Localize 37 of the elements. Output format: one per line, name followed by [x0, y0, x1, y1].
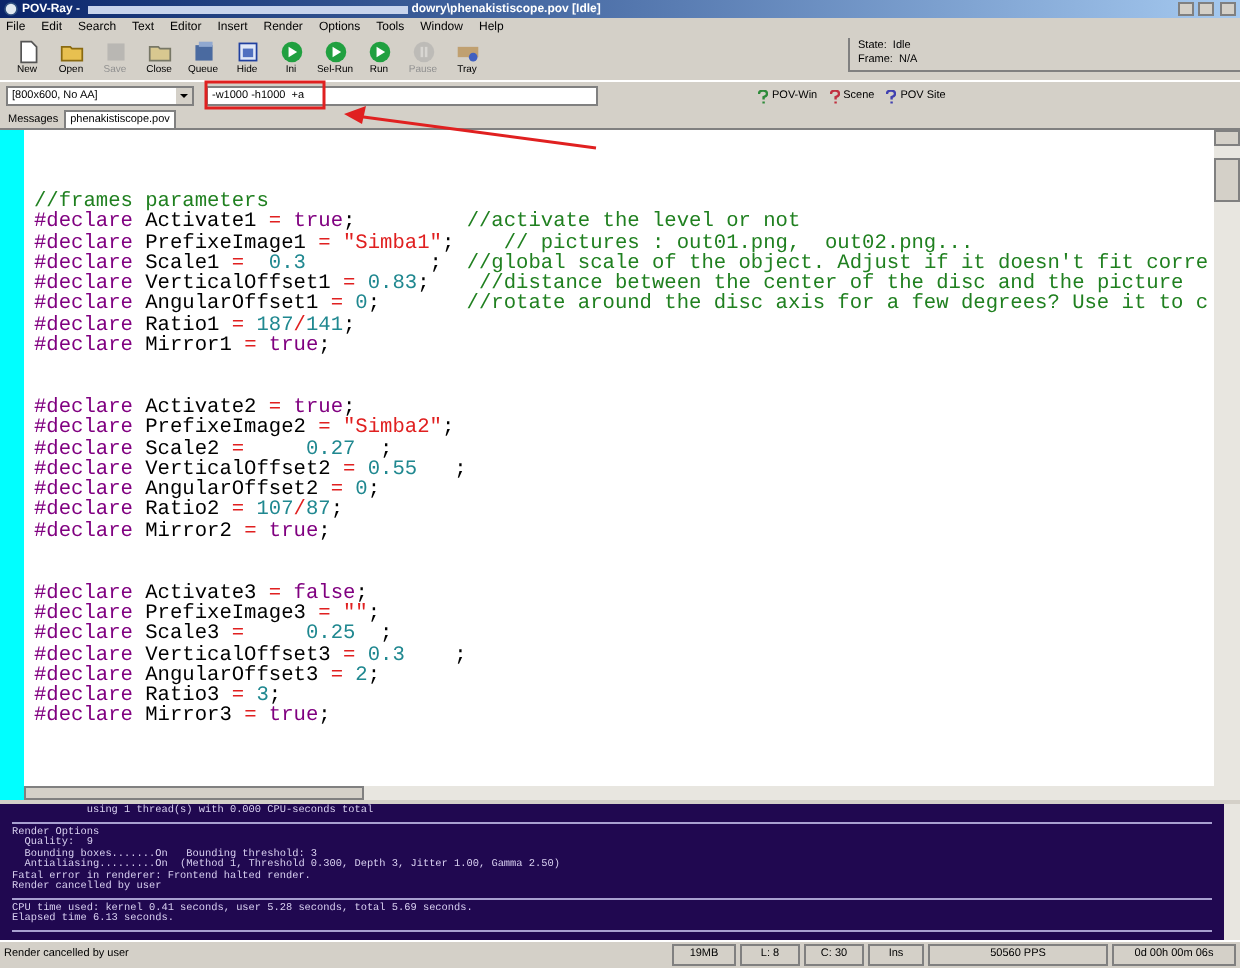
- code-line: #declare AngularOffset3 = 2;: [34, 663, 381, 688]
- vertical-scrollbar[interactable]: [1224, 804, 1240, 940]
- play-icon: [279, 40, 303, 64]
- vertical-scrollbar[interactable]: [1214, 130, 1240, 800]
- code-line: #declare Activate1 = true; //activate the level or not: [34, 210, 801, 235]
- code-line: #declare Scale3 = 0.25 ;: [34, 622, 393, 647]
- dropdown-arrow-icon: [176, 88, 192, 104]
- code-line: #declare Ratio1 = 187/141;: [34, 313, 356, 338]
- code-line: #declare Activate3 = false;: [34, 581, 368, 606]
- code-line: #declare Scale2 = 0.27 ;: [34, 437, 393, 462]
- minimize-button[interactable]: [1178, 2, 1194, 16]
- code-line: #declare VerticalOffset2 = 0.55 ;: [34, 457, 467, 482]
- code-line: #declare Activate2 = true;: [34, 395, 356, 420]
- maximize-button[interactable]: [1198, 2, 1214, 16]
- code-line: #declare PrefixeImage3 = "";: [34, 601, 381, 626]
- app-icon: [4, 2, 18, 16]
- play-icon: [323, 40, 347, 64]
- code-line: #declare Mirror2 = true;: [34, 519, 331, 544]
- code-line: #declare AngularOffset1 = 0; //rotate around the disc axis for a few degrees? Use it to c: [34, 292, 1209, 317]
- highlight-frame: [204, 80, 326, 110]
- code-line: #declare VerticalOffset3 = 0.3 ;: [34, 643, 467, 668]
- queue-icon: [191, 40, 215, 64]
- code-line: #declare PrefixeImage1 = "Simba1"; // pictures : out01.png, out02.png...: [34, 231, 974, 256]
- close-button[interactable]: [1220, 2, 1236, 16]
- folder-icon: [59, 40, 83, 64]
- code-line: #declare Scale1 = 0.3 ; //global scale of the object. Adjust if it doesn't fit corre: [34, 251, 1209, 276]
- code-line: #declare PrefixeImage2 = "Simba2";: [34, 416, 455, 441]
- code-line: #declare Ratio2 = 107/87;: [34, 498, 344, 523]
- pause-icon: [411, 40, 435, 64]
- code-line: #declare Mirror3 = true;: [34, 704, 331, 729]
- horizontal-scrollbar[interactable]: [24, 786, 1214, 800]
- folder-icon: [147, 40, 171, 64]
- page-icon: [15, 40, 39, 64]
- window-icon: [235, 40, 259, 64]
- code-line: #declare Mirror1 = true;: [34, 334, 331, 359]
- play-icon: [367, 40, 391, 64]
- code-line: //frames parameters: [34, 190, 269, 214]
